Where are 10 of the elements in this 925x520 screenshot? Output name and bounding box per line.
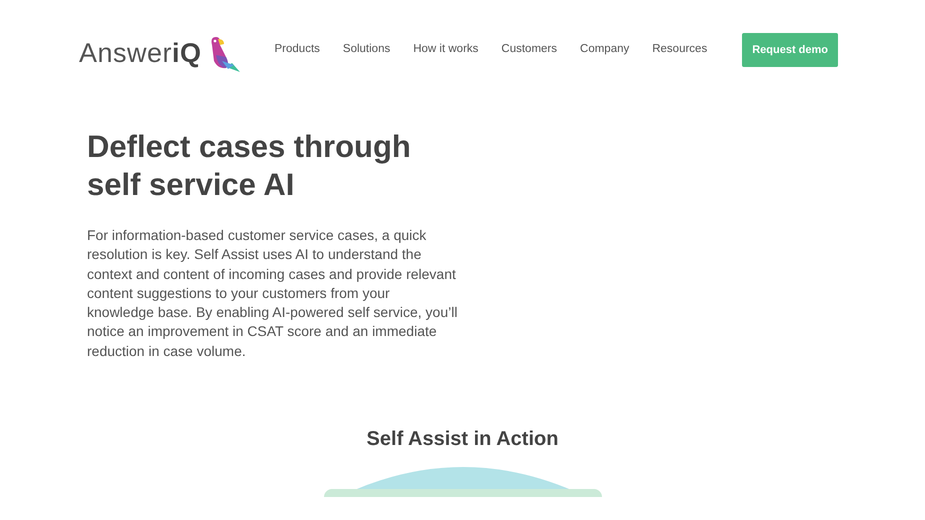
nav-link[interactable]: Resources xyxy=(652,43,708,55)
hero-paragraph: For information-based customer service cases, a quick resolution is key. Self Assist uses AI to understand the context and content of incoming cases and provide relevant content suggestions to your customers from your knowledge base. By enabling AI-powered self service, you’ll notice an improvement in CSAT score and an immediate reduction in case volume. xyxy=(87,226,458,361)
nav-link[interactable]: How it works xyxy=(413,43,478,55)
nav-link[interactable]: Company xyxy=(580,43,630,55)
section-heading: Self Assist in Action xyxy=(366,427,558,452)
nav-link[interactable]: Solutions xyxy=(342,43,390,55)
nav-link[interactable]: Customers xyxy=(501,43,558,55)
hero-heading: Deflect cases through self service AI xyxy=(87,128,412,204)
logo-wordmark[interactable]: AnsweriQ xyxy=(79,38,202,69)
nav-link[interactable]: Products xyxy=(274,43,320,55)
